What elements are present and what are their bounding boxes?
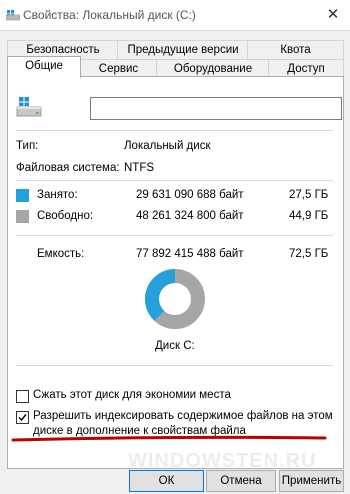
cancel-button[interactable]: Отмена [206, 470, 276, 492]
filesystem-label: Файловая система: [16, 162, 120, 174]
type-value: Локальный диск [124, 140, 211, 152]
used-label: Занято: [37, 189, 78, 201]
used-color-swatch [16, 189, 29, 202]
ok-button[interactable]: ОК [129, 470, 204, 492]
free-bytes: 48 261 324 800 байт [136, 210, 244, 222]
free-label: Свободно: [37, 210, 94, 222]
close-icon: ✕ [326, 6, 340, 23]
drive-large-icon [16, 97, 42, 117]
separator [16, 180, 333, 181]
tab-previous-versions[interactable]: Предыдущие версии [117, 40, 249, 59]
separator [16, 130, 333, 131]
tab-quota[interactable]: Квота [247, 40, 344, 59]
index-checkbox[interactable] [16, 411, 29, 424]
compress-label: Сжать этот диск для экономии места [33, 389, 231, 401]
capacity-bytes: 77 892 415 488 байт [136, 248, 244, 260]
compress-checkbox[interactable] [16, 390, 29, 403]
capacity-size: 72,5 ГБ [289, 248, 329, 260]
used-bytes: 29 631 090 688 байт [136, 189, 244, 201]
used-size: 27,5 ГБ [289, 189, 329, 201]
filesystem-value: NTFS [124, 162, 155, 174]
free-color-swatch [16, 210, 29, 223]
apply-button[interactable]: Применить [279, 470, 344, 492]
drive-icon [6, 10, 20, 21]
index-label-line1: Разрешить индексировать содержимое файло… [33, 410, 333, 422]
window-title: Свойства: Локальный диск (C:) [23, 8, 196, 22]
ring-used-segment [145, 269, 176, 321]
free-size: 44,9 ГБ [289, 210, 329, 222]
disk-label: Диск C: [155, 340, 195, 352]
close-button[interactable]: ✕ [318, 3, 348, 27]
disk-usage-ring [145, 269, 205, 329]
drive-name-input[interactable] [90, 97, 342, 120]
separator [16, 365, 333, 366]
title-bar: Свойства: Локальный диск (C:) ✕ [0, 0, 350, 30]
annotation-underline [11, 435, 327, 442]
separator [16, 235, 333, 236]
type-label: Тип: [16, 140, 39, 152]
capacity-label: Емкость: [37, 248, 85, 260]
checkmark-icon [18, 414, 27, 422]
tab-general[interactable]: Общие [7, 56, 81, 78]
